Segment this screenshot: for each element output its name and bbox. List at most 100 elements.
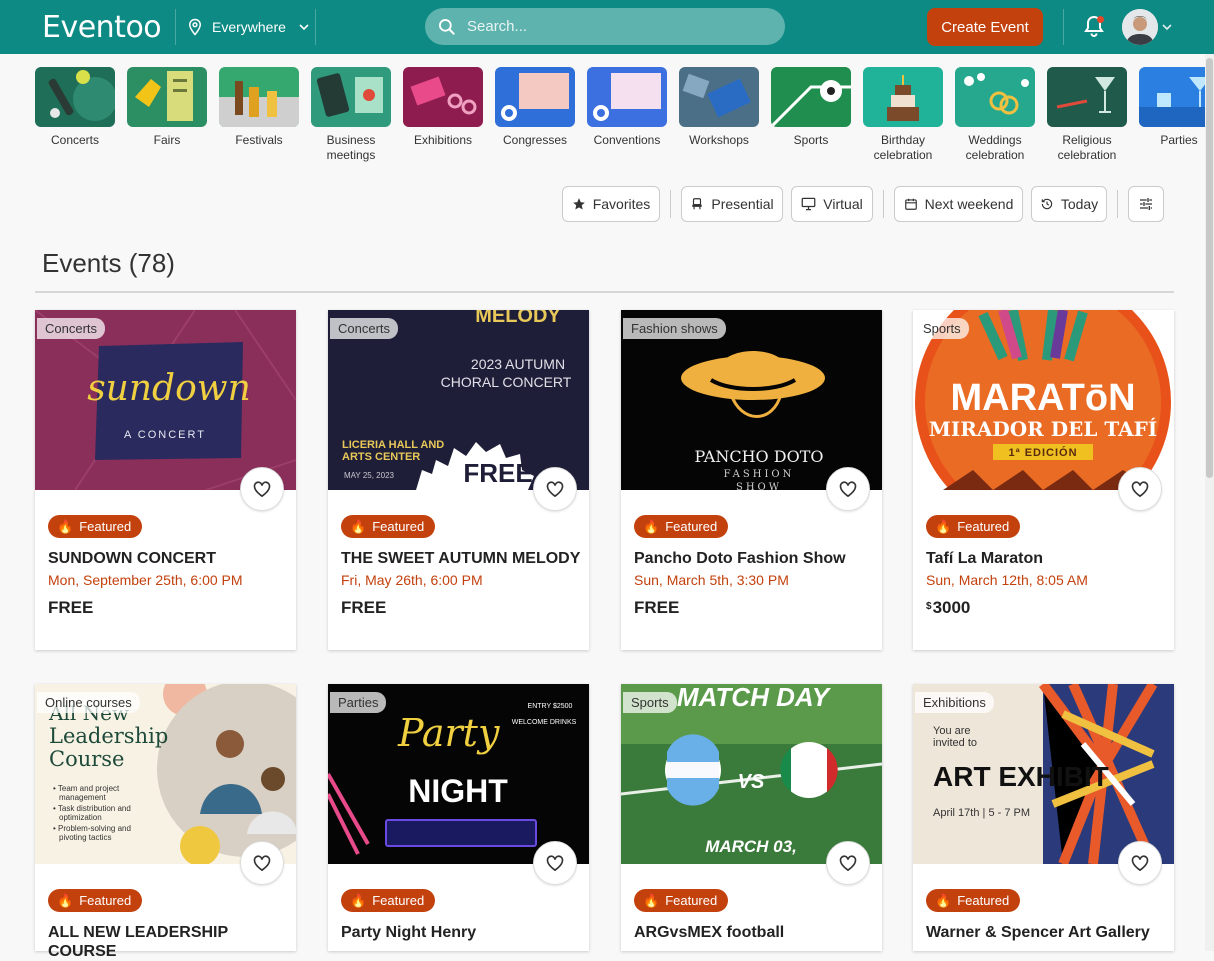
event-card[interactable]: PANCHO DOTO FASHION SHOW Fashion shows 🔥…	[621, 310, 882, 650]
search-input[interactable]	[467, 18, 767, 35]
birthday-icon	[863, 67, 943, 127]
favorite-button[interactable]	[533, 467, 577, 511]
category-parties[interactable]: Parties	[1139, 67, 1205, 148]
festival-icon	[219, 67, 299, 127]
notifications-button[interactable]	[1083, 14, 1105, 43]
favorite-button[interactable]	[826, 467, 870, 511]
svg-text:MARCH 03,: MARCH 03,	[705, 837, 797, 856]
event-card[interactable]: All New Leadership Course • Team and pro…	[35, 684, 296, 960]
svg-text:invited to: invited to	[933, 737, 977, 749]
svg-text:MAY 25, 2023: MAY 25, 2023	[344, 471, 395, 480]
svg-text:management: management	[59, 793, 106, 802]
location-selector[interactable]: Everywhere	[186, 15, 310, 39]
svg-text:FREE: FREE	[463, 458, 532, 488]
event-title: Tafí La Maraton	[926, 550, 1044, 567]
event-price: FREE	[634, 598, 679, 618]
category-fairs[interactable]: Fairs	[127, 67, 207, 148]
category-sports[interactable]: Sports	[771, 67, 851, 148]
category-label: Birthday celebration	[873, 133, 933, 162]
fire-icon: 🔥	[935, 518, 952, 534]
event-title: ARGvsMEX football	[634, 924, 785, 941]
fire-icon: 🔥	[643, 892, 660, 908]
category-tag: Sports	[623, 692, 677, 713]
heart-icon	[839, 481, 857, 497]
event-price: FREE	[341, 598, 386, 618]
category-label: Workshops	[689, 133, 749, 147]
category-business-meetings[interactable]: Business meetings	[311, 67, 391, 163]
event-card[interactable]: Party NIGHT ENTRY $2500 WELCOME DRINKS P…	[328, 684, 589, 951]
category-label: Weddings celebration	[965, 133, 1025, 162]
heart-icon	[1131, 481, 1149, 497]
favorite-button[interactable]	[240, 841, 284, 885]
filter-today[interactable]: Today	[1031, 186, 1107, 222]
currency-symbol: $	[926, 601, 932, 612]
event-card[interactable]: You are invited to ART EXHIBIT April 17t…	[913, 684, 1174, 951]
category-weddings-celebration[interactable]: Weddings celebration	[955, 67, 1035, 163]
event-card[interactable]: MELODY 2023 AUTUMN CHORAL CONCERT LICERI…	[328, 310, 589, 650]
category-festivals[interactable]: Festivals	[219, 67, 299, 148]
create-event-button[interactable]: Create Event	[927, 8, 1043, 46]
category-label: Exhibitions	[413, 133, 473, 147]
event-date: Fri, May 26th, 6:00 PM	[341, 572, 483, 588]
featured-badge: 🔥 Featured	[341, 889, 436, 912]
event-card[interactable]: sundown A CONCERT Concerts 🔥 Featured SUN…	[35, 310, 296, 650]
filter-favorites[interactable]: Favorites	[562, 186, 660, 222]
filter-label: Next weekend	[924, 196, 1014, 212]
scrollbar-thumb[interactable]	[1206, 58, 1213, 478]
favorite-button[interactable]	[1118, 467, 1162, 511]
event-price: FREE	[48, 598, 93, 618]
category-concerts[interactable]: Concerts	[35, 67, 115, 148]
category-label: Business meetings	[326, 133, 376, 162]
favorite-button[interactable]	[1118, 841, 1162, 885]
heart-icon	[839, 855, 857, 871]
svg-text:ENTRY $2500: ENTRY $2500	[528, 703, 573, 710]
chevron-down-icon[interactable]	[1161, 21, 1173, 33]
page-scrollbar[interactable]	[1205, 54, 1214, 951]
event-card[interactable]: MARATōN MIRADOR DEL TAFÍ 1ª EDICIÓN Spor…	[913, 310, 1174, 650]
svg-text:ARTS CENTER: ARTS CENTER	[342, 451, 420, 463]
star-icon	[572, 198, 585, 210]
divider	[315, 9, 316, 45]
category-tag: Concerts	[37, 318, 106, 339]
category-religious-celebration[interactable]: Religious celebration	[1047, 67, 1127, 163]
filter-label: Favorites	[592, 196, 651, 212]
svg-text:• Task distribution and: • Task distribution and	[53, 804, 131, 813]
event-title: Pancho Doto Fashion Show	[634, 550, 846, 567]
event-card[interactable]: MATCH DAY VS MARCH 03, Sports 🔥 Featured …	[621, 684, 882, 951]
search-box[interactable]	[425, 8, 785, 45]
favorite-button[interactable]	[240, 467, 284, 511]
events-heading: Events (78)	[42, 248, 175, 278]
badge-label: Featured	[957, 893, 1010, 908]
fire-icon: 🔥	[350, 892, 367, 908]
category-congresses[interactable]: Congresses	[495, 67, 575, 148]
badge-label: Featured	[372, 893, 425, 908]
filter-presential[interactable]: Presential	[681, 186, 783, 222]
event-title: SUNDOWN CONCERT	[48, 550, 216, 567]
featured-badge: 🔥 Featured	[634, 515, 729, 538]
event-price-value: FREE	[48, 598, 94, 617]
fair-icon	[127, 67, 207, 127]
event-title: Warner & Spencer Art Gallery	[926, 924, 1150, 941]
svg-text:MELODY: MELODY	[475, 310, 561, 327]
app-logo[interactable]: Eventoo	[42, 10, 162, 45]
category-label: Conventions	[593, 133, 661, 147]
category-conventions[interactable]: Conventions	[587, 67, 667, 148]
fire-icon: 🔥	[57, 892, 74, 908]
category-workshops[interactable]: Workshops	[679, 67, 759, 148]
event-date: Sun, March 12th, 8:05 AM	[926, 572, 1088, 588]
category-exhibitions[interactable]: Exhibitions	[403, 67, 483, 148]
avatar[interactable]	[1122, 9, 1158, 45]
filter-virtual[interactable]: Virtual	[791, 186, 873, 222]
featured-badge: 🔥 Featured	[48, 515, 143, 538]
fire-icon: 🔥	[57, 518, 74, 534]
favorite-button[interactable]	[533, 841, 577, 885]
svg-text:April 17th | 5 - 7 PM: April 17th | 5 - 7 PM	[933, 807, 1030, 819]
category-tag: Concerts	[330, 318, 399, 339]
svg-text:optimization: optimization	[59, 813, 102, 822]
filter-next-weekend[interactable]: Next weekend	[894, 186, 1023, 222]
category-birthday-celebration[interactable]: Birthday celebration	[863, 67, 943, 163]
fire-icon: 🔥	[350, 518, 367, 534]
advanced-filters-button[interactable]	[1128, 186, 1164, 222]
favorite-button[interactable]	[826, 841, 870, 885]
divider	[1063, 9, 1064, 45]
